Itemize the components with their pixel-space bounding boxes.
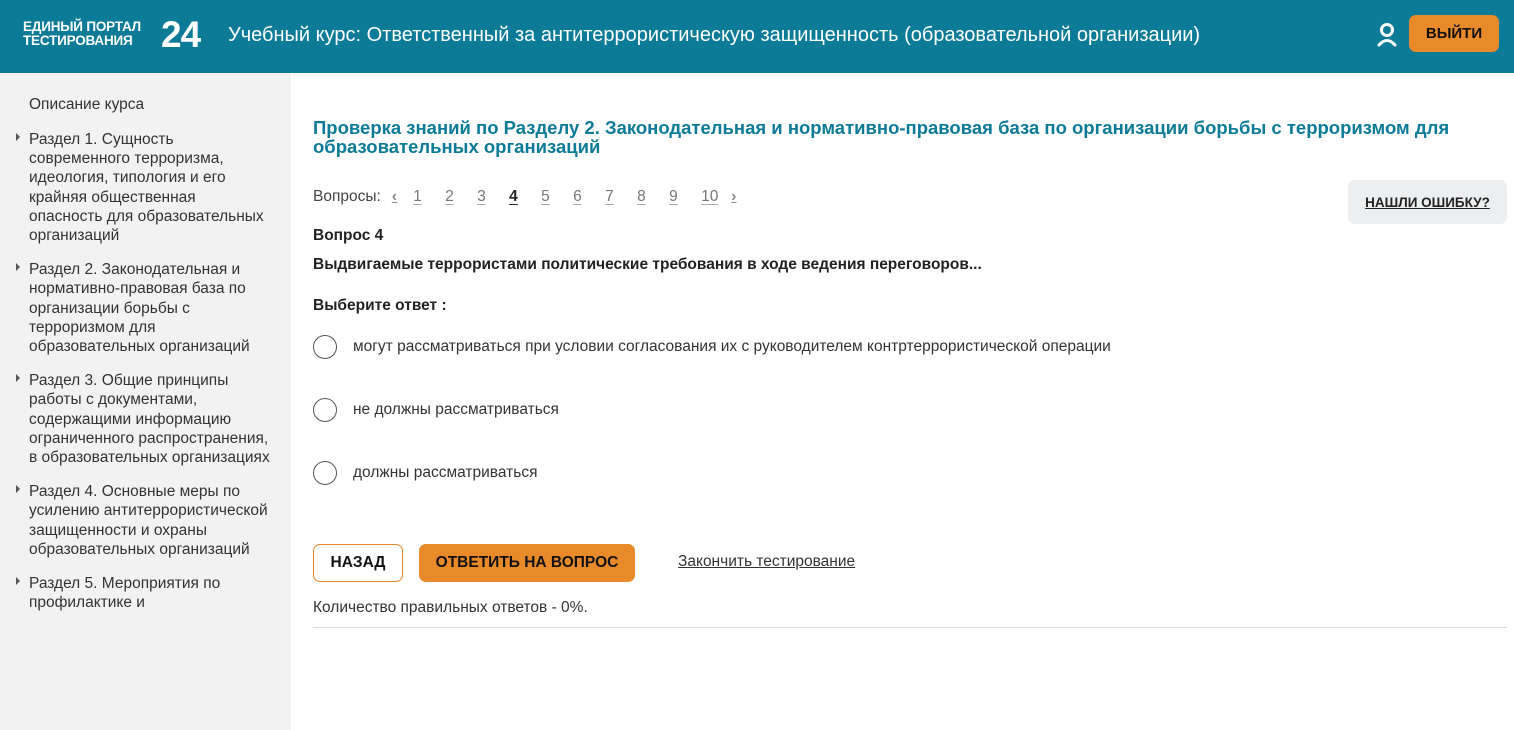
question-pagination: Вопросы: ‹ 1 2 3 4 5 6 7 8 9 10 › — [313, 188, 743, 206]
sidebar-item-label: Раздел 2. Законодательная и нормативно-п… — [29, 261, 250, 356]
sidebar-section-list: Раздел 1. Сущность современного террориз… — [0, 130, 291, 627]
sidebar-item-section-4[interactable]: Раздел 4. Основные меры по усилению анти… — [0, 482, 291, 559]
divider — [313, 627, 1507, 628]
caret-right-icon — [16, 133, 20, 141]
back-button[interactable]: НАЗАД — [313, 544, 403, 582]
correct-answers-result: Количество правильных ответов - 0%. — [313, 599, 588, 616]
submit-answer-button[interactable]: ОТВЕТИТЬ НА ВОПРОС — [419, 544, 635, 582]
user-icon[interactable] — [1376, 23, 1398, 47]
logo-line-1: ЕДИНЫЙ ПОРТАЛ — [23, 19, 141, 34]
sidebar-item-section-2[interactable]: Раздел 2. Законодательная и нормативно-п… — [0, 260, 291, 356]
question-link-8[interactable]: 8 — [632, 188, 656, 206]
caret-right-icon — [16, 577, 20, 586]
caret-right-icon — [16, 263, 20, 272]
answer-option-label: могут рассматриваться при условии соглас… — [353, 338, 1111, 355]
sidebar-item-section-5[interactable]: Раздел 5. Мероприятия по профилактике и — [0, 574, 291, 612]
prev-question-arrow[interactable]: ‹ — [392, 188, 397, 206]
question-link-10[interactable]: 10 — [696, 188, 720, 206]
main-content: Проверка знаний по Разделу 2. Законодате… — [291, 73, 1514, 730]
question-link-7[interactable]: 7 — [600, 188, 624, 206]
radio-button[interactable] — [313, 398, 337, 422]
caret-right-icon — [16, 374, 20, 383]
radio-button[interactable] — [313, 461, 337, 485]
sidebar-item-section-3[interactable]: Раздел 3. Общие принципы работы с докуме… — [0, 371, 291, 467]
question-heading: Вопрос 4 — [313, 227, 384, 244]
test-title: Проверка знаний по Разделу 2. Законодате… — [313, 117, 1450, 157]
answer-option-label: не должны рассматриваться — [353, 401, 559, 418]
question-link-1[interactable]: 1 — [408, 188, 432, 206]
sidebar-item-description[interactable]: Описание курса — [29, 96, 144, 114]
caret-right-icon — [16, 485, 20, 494]
answer-option-label: должны рассматриваться — [353, 464, 538, 481]
report-error-button[interactable]: НАШЛИ ОШИБКУ? — [1348, 180, 1507, 224]
sidebar-item-label: Раздел 3. Общие принципы работы с докуме… — [29, 372, 270, 467]
sidebar-item-label: Раздел 1. Сущность современного террориз… — [29, 131, 264, 245]
logo-text: ЕДИНЫЙ ПОРТАЛ ТЕСТИРОВАНИЯ — [23, 20, 141, 48]
answer-option-3[interactable]: должны рассматриваться — [313, 461, 537, 485]
logo-line-2: ТЕСТИРОВАНИЯ — [23, 33, 133, 48]
question-link-6[interactable]: 6 — [568, 188, 592, 206]
question-text: Выдвигаемые террористами политические тр… — [313, 256, 982, 273]
question-link-4-current[interactable]: 4 — [504, 188, 528, 206]
question-link-5[interactable]: 5 — [536, 188, 560, 206]
answer-option-2[interactable]: не должны рассматриваться — [313, 398, 559, 422]
answer-option-1[interactable]: могут рассматриваться при условии соглас… — [313, 335, 1111, 359]
question-link-9[interactable]: 9 — [664, 188, 688, 206]
questions-label: Вопросы: — [313, 188, 381, 205]
course-sidebar: Описание курса Раздел 1. Сущность соврем… — [0, 73, 291, 730]
choose-answer-label: Выберите ответ : — [313, 297, 447, 314]
radio-button[interactable] — [313, 335, 337, 359]
logo-number: 24 — [161, 14, 201, 55]
sidebar-item-label: Раздел 4. Основные меры по усилению анти… — [29, 483, 268, 558]
course-title: Учебный курс: Ответственный за антитерро… — [228, 24, 1201, 46]
sidebar-item-section-1[interactable]: Раздел 1. Сущность современного террориз… — [0, 130, 291, 245]
next-question-arrow[interactable]: › — [731, 188, 736, 206]
logout-button[interactable]: ВЫЙТИ — [1409, 15, 1499, 52]
question-link-3[interactable]: 3 — [472, 188, 496, 206]
top-header: ЕДИНЫЙ ПОРТАЛ ТЕСТИРОВАНИЯ 24 Учебный ку… — [0, 0, 1514, 73]
finish-test-link[interactable]: Закончить тестирование — [678, 553, 855, 571]
question-link-2[interactable]: 2 — [440, 188, 464, 206]
sidebar-item-label: Раздел 5. Мероприятия по профилактике и — [29, 575, 221, 612]
